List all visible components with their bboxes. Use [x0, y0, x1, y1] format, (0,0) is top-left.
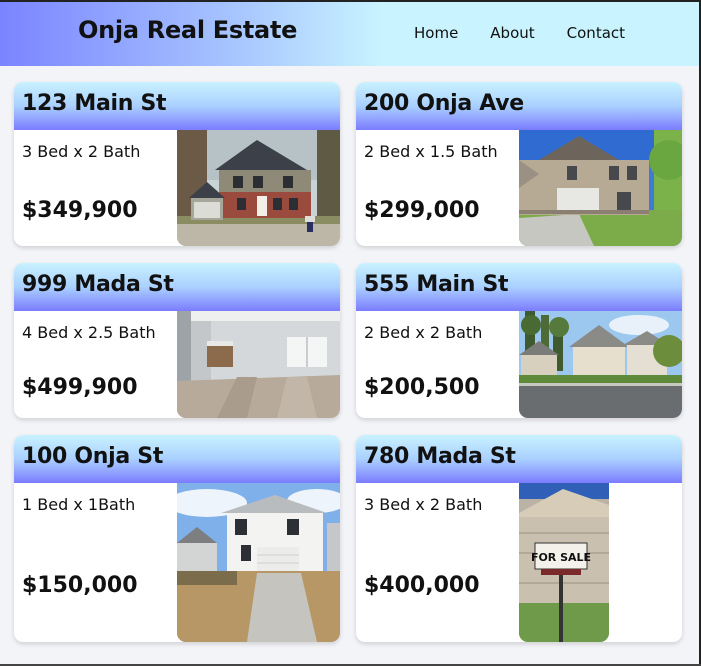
- brand-title[interactable]: Onja Real Estate: [78, 16, 297, 44]
- listing-address: 123 Main St: [22, 91, 167, 116]
- new-white-house-photo: [177, 483, 340, 642]
- listing-price: $299,000: [364, 198, 480, 223]
- listing-header: 999 Mada St: [14, 263, 340, 311]
- listing-price: $400,000: [364, 573, 480, 598]
- listing-address: 200 Onja Ave: [364, 91, 524, 116]
- main-nav: Home About Contact: [414, 24, 625, 42]
- listing-beds-baths: 3 Bed x 2 Bath: [364, 495, 483, 514]
- listing-card[interactable]: 999 Mada St 4 Bed x 2.5 Bath $499,900: [14, 263, 340, 418]
- listing-header: 780 Mada St: [356, 435, 682, 483]
- site-header: Onja Real Estate Home About Contact: [0, 2, 699, 66]
- for-sale-sign-photo: FOR SALE: [519, 483, 609, 642]
- two-story-brick-house-photo: [177, 130, 340, 246]
- listing-header: 123 Main St: [14, 82, 340, 130]
- listing-price: $499,900: [22, 375, 138, 400]
- listing-header: 200 Onja Ave: [356, 82, 682, 130]
- listing-card[interactable]: 123 Main St 3 Bed x 2 Bath $349,900: [14, 82, 340, 246]
- listing-beds-baths: 2 Bed x 1.5 Bath: [364, 142, 498, 161]
- nav-contact-link[interactable]: Contact: [567, 24, 625, 42]
- listing-address: 100 Onja St: [22, 444, 164, 469]
- listing-beds-baths: 2 Bed x 2 Bath: [364, 323, 483, 342]
- beige-house-with-lawn-photo: [519, 130, 682, 246]
- listing-price: $349,900: [22, 198, 138, 223]
- empty-interior-living-room-photo: [177, 311, 340, 418]
- listing-price: $200,500: [364, 375, 480, 400]
- listing-card[interactable]: 200 Onja Ave 2 Bed x 1.5 Bath $299,000: [356, 82, 682, 246]
- street-with-houses-photo: [519, 311, 682, 418]
- listing-address: 555 Main St: [364, 272, 509, 297]
- listing-header: 100 Onja St: [14, 435, 340, 483]
- listing-beds-baths: 1 Bed x 1Bath: [22, 495, 136, 514]
- nav-home-link[interactable]: Home: [414, 24, 458, 42]
- listing-address: 780 Mada St: [364, 444, 516, 469]
- svg-text:FOR SALE: FOR SALE: [531, 551, 591, 564]
- listing-price: $150,000: [22, 573, 138, 598]
- listing-beds-baths: 4 Bed x 2.5 Bath: [22, 323, 156, 342]
- listing-card[interactable]: 100 Onja St 1 Bed x 1Bath $150,000: [14, 435, 340, 642]
- listing-header: 555 Main St: [356, 263, 682, 311]
- listing-card[interactable]: 780 Mada St 3 Bed x 2 Bath $400,000 FOR …: [356, 435, 682, 642]
- listing-beds-baths: 3 Bed x 2 Bath: [22, 142, 141, 161]
- listing-card[interactable]: 555 Main St 2 Bed x 2 Bath $200,500: [356, 263, 682, 418]
- nav-about-link[interactable]: About: [490, 24, 534, 42]
- listing-address: 999 Mada St: [22, 272, 174, 297]
